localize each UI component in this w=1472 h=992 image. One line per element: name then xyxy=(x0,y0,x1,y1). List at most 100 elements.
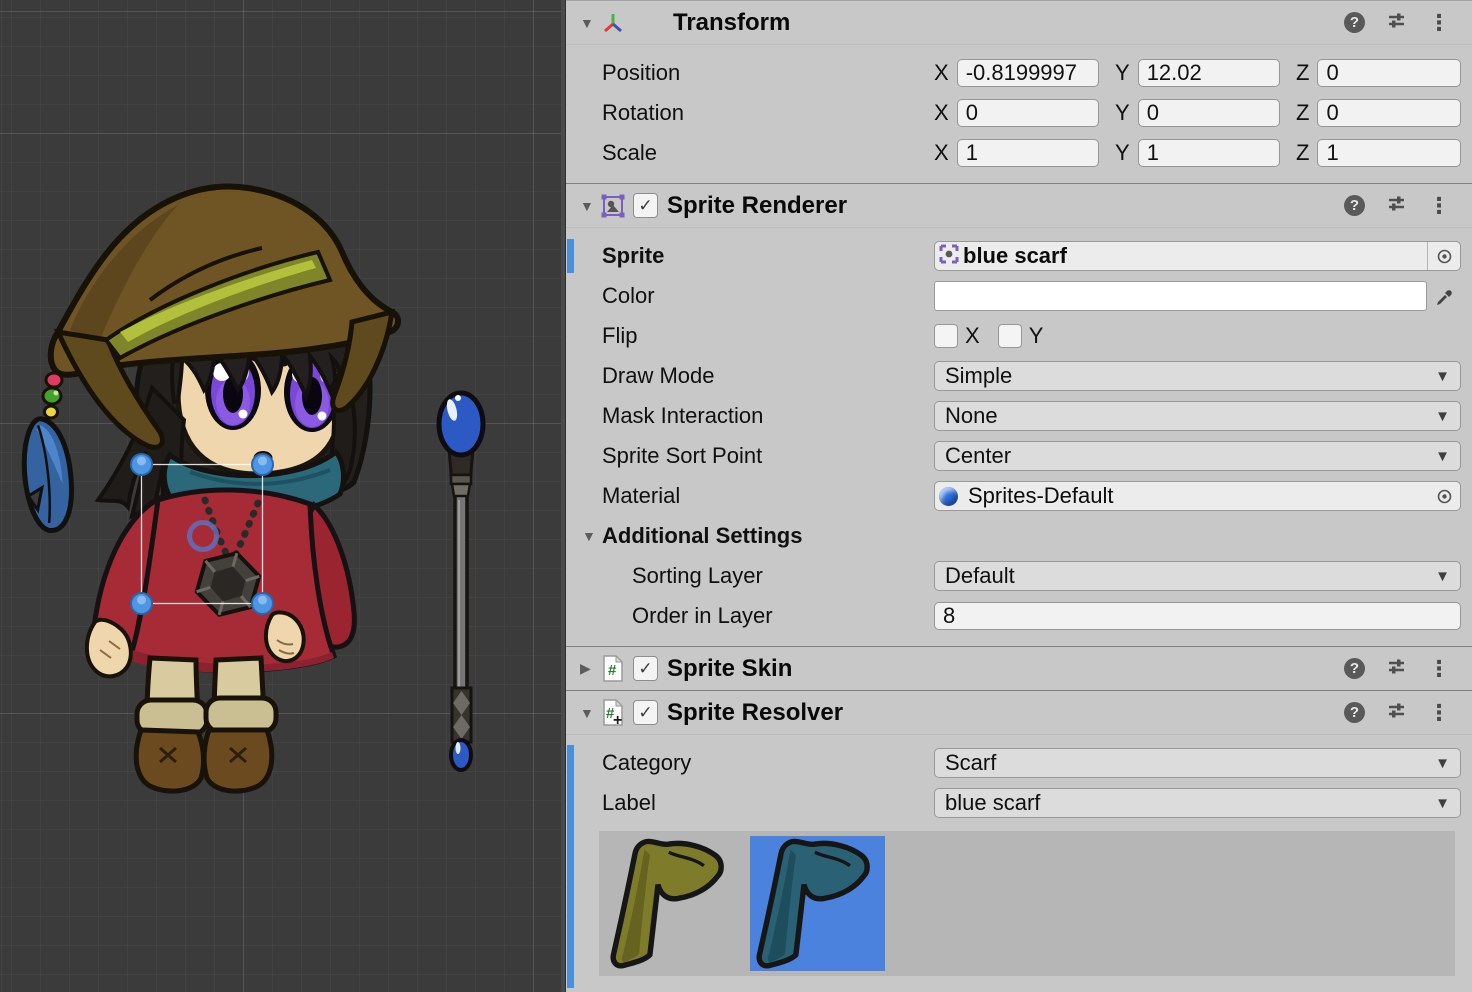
mask-interaction-dropdown[interactable]: None▼ xyxy=(934,401,1461,431)
sorting-layer-dropdown[interactable]: Default▼ xyxy=(934,561,1461,591)
material-object-name: Sprites-Default xyxy=(968,483,1428,509)
svg-text:#: # xyxy=(608,662,617,679)
sprite-resolver-component: ▼ # + ✓ Sprite Resolver ? ⋮ xyxy=(566,690,1472,976)
menu-icon[interactable]: ⋮ xyxy=(1428,193,1450,219)
presets-icon[interactable] xyxy=(1386,193,1407,219)
sprite-label: Sprite xyxy=(602,243,934,269)
label-dropdown[interactable]: blue scarf▼ xyxy=(934,788,1461,818)
object-picker-icon[interactable] xyxy=(1427,242,1460,270)
position-y-field[interactable] xyxy=(1138,59,1280,87)
rotation-y-field[interactable] xyxy=(1138,99,1280,127)
presets-icon[interactable] xyxy=(1386,10,1407,36)
eyedropper-icon[interactable] xyxy=(1427,281,1461,311)
sprite-renderer-header[interactable]: ▼ ✓ Sprite Renderer ? xyxy=(566,184,1472,228)
sprite-row: Sprite blue scarf xyxy=(566,236,1472,276)
script-add-icon: # + xyxy=(600,700,626,726)
chevron-down-icon: ▼ xyxy=(1435,368,1450,385)
help-icon[interactable]: ? xyxy=(1344,12,1365,33)
scale-z-field[interactable] xyxy=(1317,139,1461,167)
draw-mode-row: Draw Mode Simple▼ xyxy=(566,356,1472,396)
flip-x-checkbox[interactable] xyxy=(934,324,958,348)
flip-row: Flip X Y xyxy=(566,316,1472,356)
category-row: Category Scarf▼ xyxy=(566,743,1472,783)
foldout-icon[interactable]: ▼ xyxy=(580,198,600,214)
axis-x-label: X xyxy=(934,100,949,126)
position-x-field[interactable] xyxy=(957,59,1099,87)
flip-label: Flip xyxy=(602,323,934,349)
enabled-checkbox[interactable]: ✓ xyxy=(633,656,658,681)
rotation-x-field[interactable] xyxy=(957,99,1099,127)
scene-view[interactable] xyxy=(0,0,561,992)
category-dropdown[interactable]: Scarf▼ xyxy=(934,748,1461,778)
axis-z-label: Z xyxy=(1296,60,1309,86)
label-label: Label xyxy=(602,790,934,816)
draw-mode-dropdown[interactable]: Simple▼ xyxy=(934,361,1461,391)
foldout-icon[interactable]: ▶ xyxy=(580,660,600,677)
component-title: Sprite Renderer xyxy=(667,192,847,220)
help-icon[interactable]: ? xyxy=(1344,658,1365,679)
axis-z-label: Z xyxy=(1296,140,1309,166)
flip-y-checkbox[interactable] xyxy=(998,324,1022,348)
object-picker-icon[interactable] xyxy=(1428,482,1460,510)
help-icon[interactable]: ? xyxy=(1344,195,1365,216)
sprite-object-field[interactable]: blue scarf xyxy=(934,241,1461,271)
axis-y-label: Y xyxy=(1115,140,1130,166)
svg-text:+: + xyxy=(613,712,622,726)
menu-icon[interactable]: ⋮ xyxy=(1428,700,1450,726)
unity-editor: ▼ Transform ? ⋮ xyxy=(0,0,1472,992)
color-label: Color xyxy=(602,283,934,309)
order-in-layer-label: Order in Layer xyxy=(602,603,934,629)
position-z-field[interactable] xyxy=(1317,59,1461,87)
character-sprite xyxy=(15,187,398,792)
sprite-resolver-header[interactable]: ▼ # + ✓ Sprite Resolver ? ⋮ xyxy=(566,691,1472,735)
rotation-row: Rotation X Y Z xyxy=(566,93,1472,133)
sprite-skin-header[interactable]: ▶ # ✓ Sprite Skin ? ⋮ xyxy=(566,647,1472,690)
presets-icon[interactable] xyxy=(1386,656,1407,682)
sorting-layer-row: Sorting Layer Default▼ xyxy=(566,556,1472,596)
material-object-field[interactable]: Sprites-Default xyxy=(934,481,1461,511)
order-in-layer-field[interactable] xyxy=(934,602,1461,630)
thumbnail-blue-scarf-selected[interactable] xyxy=(750,836,885,971)
help-icon[interactable]: ? xyxy=(1344,702,1365,723)
thumbnail-green-scarf[interactable] xyxy=(604,836,739,971)
scene-canvas xyxy=(0,0,561,992)
foldout-icon[interactable]: ▼ xyxy=(580,705,600,721)
axis-y-label: Y xyxy=(1115,100,1130,126)
flip-x-label: X xyxy=(965,323,980,349)
scale-y-field[interactable] xyxy=(1138,139,1280,167)
chevron-down-icon: ▼ xyxy=(1435,568,1450,585)
enabled-checkbox[interactable]: ✓ xyxy=(633,193,658,218)
transform-component: ▼ Transform ? ⋮ xyxy=(566,0,1472,183)
menu-icon[interactable]: ⋮ xyxy=(1428,10,1450,36)
component-title: Transform xyxy=(673,9,790,37)
order-in-layer-row: Order in Layer xyxy=(566,596,1472,636)
script-icon: # xyxy=(600,656,626,682)
color-swatch[interactable] xyxy=(934,281,1427,311)
label-row: Label blue scarf▼ xyxy=(566,783,1472,823)
chevron-down-icon: ▼ xyxy=(1435,755,1450,772)
axis-x-label: X xyxy=(934,60,949,86)
transform-header[interactable]: ▼ Transform ? ⋮ xyxy=(566,1,1472,45)
sprite-renderer-component: ▼ ✓ Sprite Renderer ? xyxy=(566,183,1472,646)
foldout-icon[interactable]: ▼ xyxy=(580,15,600,31)
axis-z-label: Z xyxy=(1296,100,1309,126)
presets-icon[interactable] xyxy=(1386,700,1407,726)
chevron-down-icon: ▼ xyxy=(1435,448,1450,465)
material-icon xyxy=(939,487,958,506)
enabled-checkbox[interactable]: ✓ xyxy=(633,700,658,725)
rotation-z-field[interactable] xyxy=(1317,99,1461,127)
menu-icon[interactable]: ⋮ xyxy=(1428,656,1450,682)
sprite-renderer-icon xyxy=(600,193,626,219)
position-row: Position X Y Z xyxy=(566,53,1472,93)
foldout-icon[interactable]: ▼ xyxy=(582,528,602,544)
sprite-asset-icon xyxy=(939,244,959,269)
mask-interaction-row: Mask Interaction None▼ xyxy=(566,396,1472,436)
sprite-skin-component: ▶ # ✓ Sprite Skin ? ⋮ xyxy=(566,646,1472,690)
position-label: Position xyxy=(602,60,934,86)
axis-y-label: Y xyxy=(1115,60,1130,86)
flip-y-label: Y xyxy=(1029,323,1044,349)
sprite-object-name: blue scarf xyxy=(963,243,1427,269)
scale-x-field[interactable] xyxy=(957,139,1099,167)
sprite-sort-point-dropdown[interactable]: Center▼ xyxy=(934,441,1461,471)
additional-settings-row[interactable]: ▼ Additional Settings xyxy=(566,516,1472,556)
